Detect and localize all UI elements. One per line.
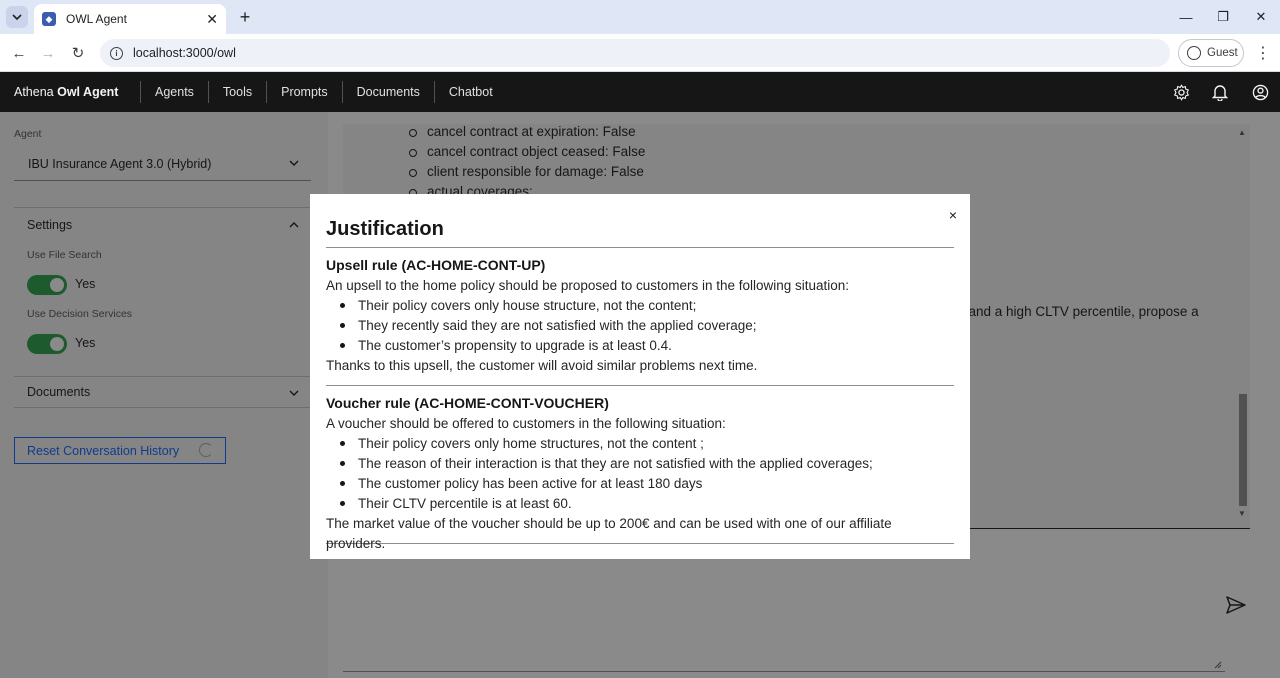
brand-prefix: Athena: [14, 85, 54, 99]
tab-search-button[interactable]: [6, 6, 28, 28]
close-window-icon[interactable]: ✕: [1250, 6, 1272, 28]
rule-outro: Thanks to this upsell, the customer will…: [326, 358, 758, 373]
list-item: Their CLTV percentile is at least 60.: [340, 494, 954, 514]
profile-icon: [1187, 46, 1201, 60]
minimize-icon[interactable]: —: [1175, 6, 1197, 28]
app-header: Athena Owl Agent Agents Tools Prompts Do…: [0, 72, 1280, 112]
modal-title: Justification: [326, 214, 954, 248]
forward-arrow-icon[interactable]: →: [37, 42, 59, 64]
settings-gear-icon[interactable]: [1171, 82, 1191, 102]
app-brand[interactable]: Athena Owl Agent: [0, 85, 140, 99]
nav-chatbot[interactable]: Chatbot: [433, 81, 507, 103]
address-bar[interactable]: i localhost:3000/owl: [100, 39, 1170, 67]
back-arrow-icon[interactable]: ←: [8, 42, 30, 64]
rule-title: Voucher rule (AC-HOME-CONT-VOUCHER): [326, 395, 609, 411]
browser-tab[interactable]: ◆ OWL Agent ✕: [34, 4, 226, 34]
rule-intro: A voucher should be offered to customers…: [326, 416, 726, 431]
browser-toolbar: ← → ↻ i localhost:3000/owl Guest ⋮: [0, 34, 1280, 72]
nav-tools[interactable]: Tools: [207, 81, 266, 103]
rule-title: Upsell rule (AC-HOME-CONT-UP): [326, 257, 546, 273]
close-tab-icon[interactable]: ✕: [206, 11, 218, 28]
restore-icon[interactable]: ❐: [1212, 6, 1234, 28]
voucher-rule-section: Voucher rule (AC-HOME-CONT-VOUCHER) A vo…: [326, 386, 954, 551]
rule-outro: The market value of the voucher should b…: [326, 516, 892, 551]
profile-button[interactable]: Guest: [1178, 39, 1244, 67]
nav-agents[interactable]: Agents: [140, 81, 208, 103]
justification-modal: × Justification Upsell rule (AC-HOME-CON…: [310, 194, 970, 559]
list-item: The reason of their interaction is that …: [340, 454, 954, 474]
tab-title: OWL Agent: [66, 12, 127, 26]
new-tab-button[interactable]: +: [234, 6, 256, 28]
list-item: The customer’s propensity to upgrade is …: [340, 336, 954, 356]
chevron-down-icon: [12, 14, 22, 21]
list-item: They recently said they are not satisfie…: [340, 316, 954, 336]
nav-documents[interactable]: Documents: [341, 81, 434, 103]
rule-intro: An upsell to the home policy should be p…: [326, 278, 850, 293]
site-info-icon[interactable]: i: [110, 46, 123, 60]
owl-favicon-icon: ◆: [42, 12, 56, 26]
rule-conditions: Their policy covers only house structure…: [326, 296, 954, 356]
reload-icon[interactable]: ↻: [67, 42, 89, 64]
more-options-icon[interactable]: ⋮: [1254, 42, 1272, 64]
url-text: localhost:3000/owl: [133, 46, 236, 60]
browser-tab-strip: ◆ OWL Agent ✕ + — ❐ ✕: [0, 0, 1280, 34]
nav-prompts[interactable]: Prompts: [266, 81, 342, 103]
list-item: Their policy covers only house structure…: [340, 296, 954, 316]
list-item: The customer policy has been active for …: [340, 474, 954, 494]
notification-bell-icon[interactable]: [1210, 82, 1230, 102]
list-item: Their policy covers only home structures…: [340, 434, 954, 454]
close-icon[interactable]: ×: [944, 206, 962, 224]
brand-name: Owl Agent: [57, 85, 119, 99]
user-avatar-icon[interactable]: [1250, 82, 1270, 102]
profile-label: Guest: [1207, 47, 1238, 59]
rule-conditions: Their policy covers only home structures…: [326, 434, 954, 514]
upsell-rule-section: Upsell rule (AC-HOME-CONT-UP) An upsell …: [326, 248, 954, 386]
